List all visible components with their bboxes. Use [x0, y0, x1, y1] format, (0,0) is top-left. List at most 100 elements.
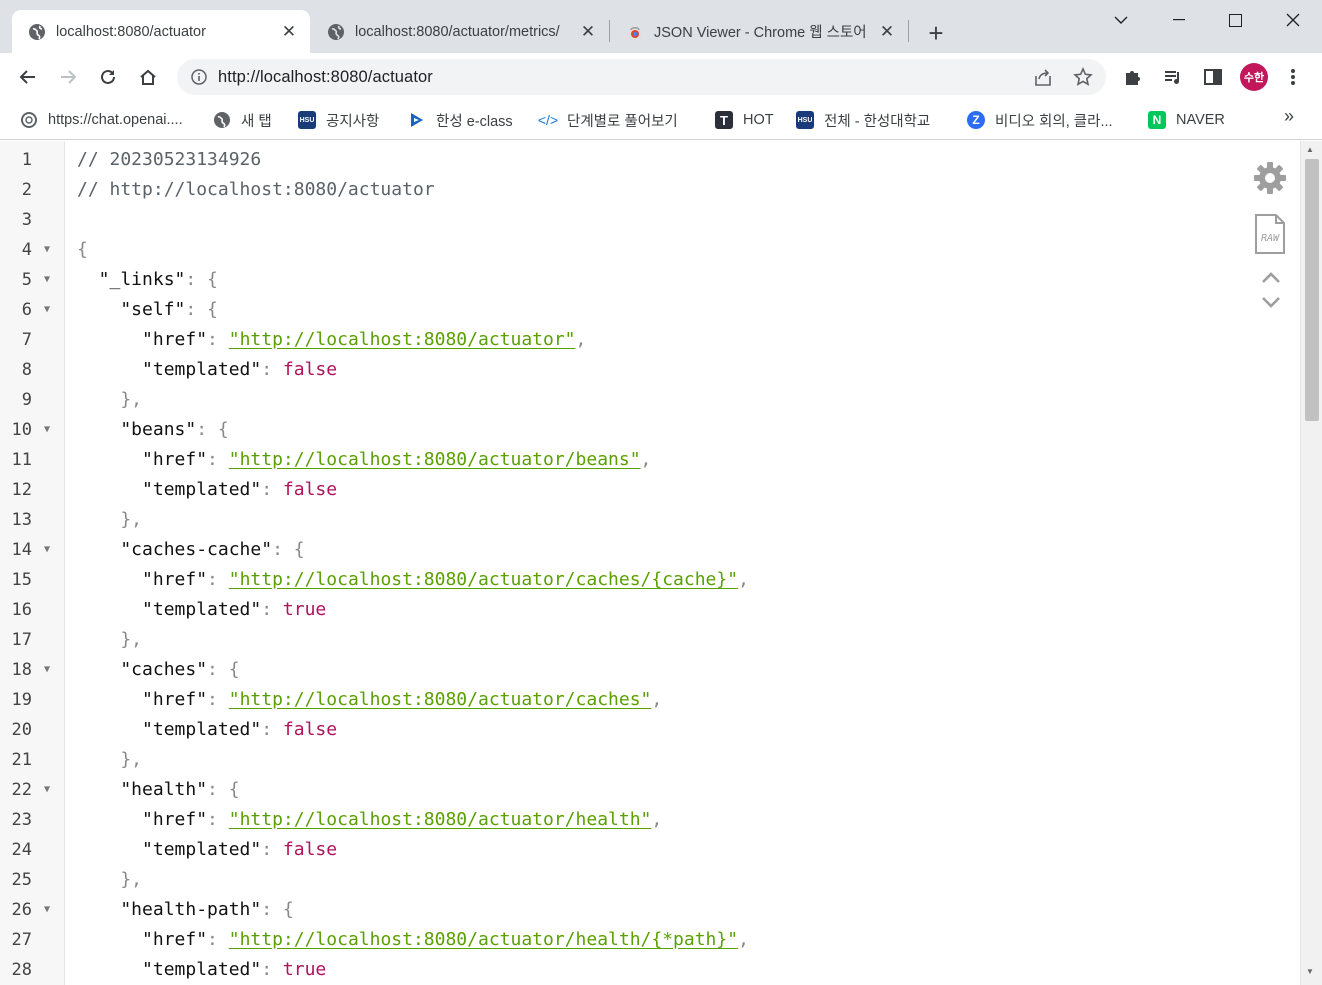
json-key: "caches" — [77, 659, 208, 680]
info-icon[interactable] — [191, 69, 207, 85]
scroll-up-arrow[interactable]: ▲ — [1306, 145, 1314, 154]
json-punctuation: , — [738, 929, 749, 950]
close-icon[interactable]: ✕ — [878, 22, 896, 41]
bookmark-hot[interactable]: T HOT — [715, 107, 774, 133]
url-text[interactable]: http://localhost:8080/actuator — [218, 68, 433, 87]
fold-toggle-icon[interactable]: ▼ — [44, 775, 56, 805]
json-key: "href" — [77, 569, 208, 590]
json-punctuation: : — [207, 569, 229, 590]
scroll-thumb[interactable] — [1305, 159, 1319, 421]
bookmark-eclass[interactable]: 한성 e-class — [408, 107, 513, 133]
code-line: 19 "href": "http://localhost:8080/actuat… — [0, 685, 1290, 715]
tab-title: JSON Viewer - Chrome 웹 스토어 — [654, 25, 867, 41]
eclass-icon — [408, 111, 426, 129]
json-url-link[interactable]: "http://localhost:8080/actuator/health/{… — [229, 929, 738, 950]
line-number: 4 — [21, 240, 32, 260]
vertical-scrollbar[interactable]: ▲ ▼ — [1300, 141, 1322, 985]
minimize-button[interactable] — [1150, 0, 1208, 40]
tab-json-viewer[interactable]: JSON Viewer - Chrome 웹 스토어 ✕ — [610, 10, 908, 53]
line-number: 11 — [11, 450, 32, 470]
bookmark-label: 공지사항 — [326, 113, 380, 130]
line-content: "caches-cache": { — [77, 535, 304, 565]
forward-button[interactable] — [52, 61, 84, 93]
line-number: 8 — [21, 360, 32, 380]
close-window-button[interactable] — [1264, 0, 1322, 40]
fold-toggle-icon[interactable]: ▼ — [44, 655, 56, 685]
bookmark-new-tab[interactable]: 새 탭 — [213, 107, 272, 133]
line-number: 23 — [11, 810, 32, 830]
code-line: 18 ▼ "caches": { — [0, 655, 1290, 685]
bookmarks-overflow-button[interactable]: » — [1284, 106, 1294, 127]
line-content: // http://localhost:8080/actuator — [77, 175, 435, 205]
code-icon: </> — [537, 112, 559, 128]
bookmark-naver[interactable]: N NAVER — [1148, 107, 1225, 133]
code-line: 1 // 20230523134926 — [0, 145, 1290, 175]
close-icon[interactable]: ✕ — [579, 22, 597, 41]
json-punctuation: : — [207, 929, 229, 950]
line-number: 13 — [11, 510, 32, 530]
raw-button[interactable]: RAW — [1254, 213, 1286, 255]
home-button[interactable] — [132, 61, 164, 93]
line-content: "_links": { — [77, 265, 218, 295]
star-icon[interactable] — [1073, 67, 1093, 87]
menu-button[interactable] — [1277, 61, 1309, 93]
line-number: 18 — [11, 660, 32, 680]
tab-actuator[interactable]: localhost:8080/actuator ✕ — [12, 10, 310, 53]
json-url-link[interactable]: "http://localhost:8080/actuator/beans" — [229, 449, 641, 470]
extensions-button[interactable] — [1117, 61, 1149, 93]
bookmark-hansung-all[interactable]: HSU 전체 - 한성대학교 — [796, 107, 930, 133]
side-panel-button[interactable] — [1197, 61, 1229, 93]
json-punctuation: }, — [77, 389, 143, 410]
arrow-left-icon — [19, 70, 35, 84]
json-url-link[interactable]: "http://localhost:8080/actuator/caches/{… — [229, 569, 738, 590]
code-line: 21 }, — [0, 745, 1290, 775]
line-number: 5 — [21, 270, 32, 290]
tab-metrics[interactable]: localhost:8080/actuator/metrics/ ✕ — [311, 10, 609, 53]
scroll-down-arrow[interactable]: ▼ — [1306, 967, 1314, 976]
fold-toggle-icon[interactable]: ▼ — [44, 535, 56, 565]
json-url-link[interactable]: "http://localhost:8080/actuator/caches" — [229, 689, 652, 710]
bookmark-baekjoon[interactable]: </> 단계별로 풀어보기 — [537, 107, 678, 133]
maximize-button[interactable] — [1206, 0, 1264, 40]
media-control-button[interactable] — [1157, 61, 1189, 93]
bookmark-chatgpt[interactable]: https://chat.openai.... — [20, 107, 183, 133]
json-url-link[interactable]: "http://localhost:8080/actuator/health" — [229, 809, 652, 830]
globe-icon — [328, 23, 344, 40]
chevron-down-icon[interactable] — [1261, 295, 1281, 309]
json-boolean: false — [282, 719, 338, 740]
chevron-up-icon[interactable] — [1261, 271, 1281, 285]
fold-toggle-icon[interactable]: ▼ — [44, 235, 56, 265]
gear-icon[interactable] — [1252, 160, 1288, 196]
line-number: 28 — [11, 960, 32, 980]
line-content: "templated": false — [77, 355, 337, 385]
json-punctuation: }, — [77, 509, 143, 530]
line-content: }, — [77, 745, 142, 775]
bookmark-zoom[interactable]: Z 비디오 회의, 클라... — [967, 107, 1113, 133]
bookmark-notice[interactable]: HSU 공지사항 — [298, 107, 379, 133]
share-icon[interactable] — [1033, 68, 1053, 86]
close-icon[interactable]: ✕ — [280, 22, 298, 41]
toolbar: http://localhost:8080/actuator 수한 — [0, 53, 1322, 101]
fold-toggle-icon[interactable]: ▼ — [44, 415, 56, 445]
puzzle-icon — [1126, 71, 1140, 85]
line-content: "templated": false — [77, 475, 337, 505]
line-content: "templated": true — [77, 595, 326, 625]
reload-button[interactable] — [92, 61, 124, 93]
back-button[interactable] — [12, 61, 44, 93]
address-bar[interactable]: http://localhost:8080/actuator — [177, 59, 1106, 95]
line-number: 12 — [11, 480, 32, 500]
line-number: 26 — [11, 900, 32, 920]
profile-avatar[interactable]: 수한 — [1240, 63, 1268, 91]
fold-toggle-icon[interactable]: ▼ — [44, 265, 56, 295]
json-boolean: false — [282, 479, 338, 500]
fold-toggle-icon[interactable]: ▼ — [44, 295, 56, 325]
line-number: 20 — [11, 720, 32, 740]
json-url-link[interactable]: "http://localhost:8080/actuator" — [229, 329, 576, 350]
fold-toggle-icon[interactable]: ▼ — [44, 895, 56, 925]
tab-search-button[interactable] — [1092, 0, 1150, 40]
minimize-icon — [1173, 19, 1185, 21]
line-content: "href": "http://localhost:8080/actuator/… — [77, 805, 662, 835]
json-punctuation: : { — [196, 419, 229, 440]
new-tab-button[interactable]: + — [922, 19, 950, 47]
json-punctuation: : — [207, 689, 229, 710]
